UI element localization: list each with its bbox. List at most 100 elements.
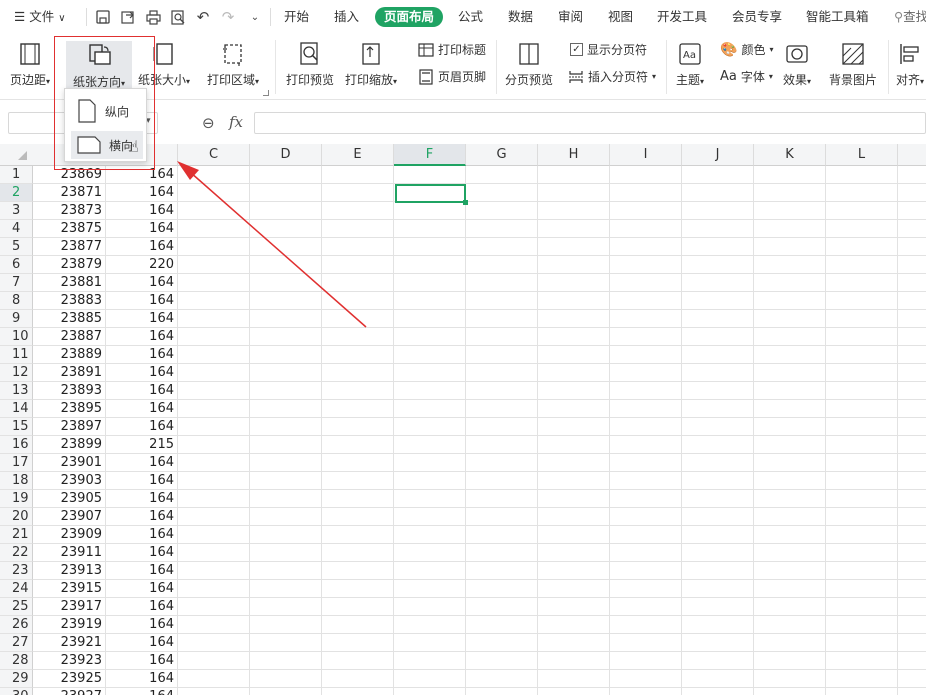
cell-a[interactable]: 23885 [33, 310, 106, 328]
tab-smart-toolbox[interactable]: 智能工具箱 [806, 7, 869, 27]
effects-button[interactable]: 效果▾ [783, 41, 811, 88]
cell-a[interactable]: 23925 [33, 670, 106, 688]
row-header[interactable]: 18 [0, 472, 33, 490]
page-break-preview-button[interactable]: 分页预览 [505, 41, 553, 88]
row-header[interactable]: 12 [0, 364, 33, 382]
row-header[interactable]: 13 [0, 382, 33, 400]
cell-b[interactable]: 164 [106, 202, 178, 220]
cell-b[interactable]: 164 [106, 670, 178, 688]
cell-a[interactable]: 23897 [33, 418, 106, 436]
tab-member[interactable]: 会员专享 [732, 7, 782, 27]
row-header[interactable]: 7 [0, 274, 33, 292]
print-scale-button[interactable]: 打印缩放▾ [345, 41, 397, 88]
show-page-breaks-checkbox[interactable]: ✓ 显示分页符 [570, 41, 647, 58]
cell-b[interactable]: 164 [106, 328, 178, 346]
cell-a[interactable]: 23903 [33, 472, 106, 490]
row-header[interactable]: 27 [0, 634, 33, 652]
row-header[interactable]: 19 [0, 490, 33, 508]
row-header[interactable]: 6 [0, 256, 33, 274]
orientation-button[interactable]: 纸张方向▾ [66, 41, 132, 92]
row-header[interactable]: 20 [0, 508, 33, 526]
cell-b[interactable]: 164 [106, 616, 178, 634]
row-header[interactable]: 11 [0, 346, 33, 364]
cell-a[interactable]: 23875 [33, 220, 106, 238]
cell-b[interactable]: 164 [106, 310, 178, 328]
cell-b[interactable]: 164 [106, 598, 178, 616]
cell-b[interactable]: 164 [106, 382, 178, 400]
row-header[interactable]: 3 [0, 202, 33, 220]
zoom-icon[interactable]: ⊖ [202, 114, 215, 132]
row-header[interactable]: 17 [0, 454, 33, 472]
tab-review[interactable]: 审阅 [558, 7, 583, 27]
cell-b[interactable]: 164 [106, 454, 178, 472]
row-header[interactable]: 24 [0, 580, 33, 598]
cell-a[interactable]: 23871 [33, 184, 106, 202]
cell-a[interactable]: 23917 [33, 598, 106, 616]
search-box[interactable]: ⚲查找 [894, 7, 926, 27]
formula-input[interactable] [254, 112, 926, 134]
print-preview-icon[interactable] [169, 8, 187, 26]
print-icon[interactable] [144, 8, 162, 26]
row-header[interactable]: 22 [0, 544, 33, 562]
column-header-partial[interactable] [898, 144, 926, 166]
quick-access-more-icon[interactable]: ⌄ [246, 8, 264, 26]
align-button[interactable]: 对齐▾ [896, 41, 924, 88]
cell-a[interactable]: 23881 [33, 274, 106, 292]
fill-handle[interactable] [463, 200, 468, 205]
cell-b[interactable]: 164 [106, 274, 178, 292]
row-header[interactable]: 21 [0, 526, 33, 544]
cell-b[interactable]: 164 [106, 526, 178, 544]
row-header[interactable]: 9 [0, 310, 33, 328]
cell-a[interactable]: 23873 [33, 202, 106, 220]
row-header[interactable]: 16 [0, 436, 33, 454]
cell-b[interactable]: 164 [106, 346, 178, 364]
undo-icon[interactable]: ↶ [194, 8, 212, 26]
cell-a[interactable]: 23895 [33, 400, 106, 418]
cell-a[interactable]: 23915 [33, 580, 106, 598]
save-icon[interactable] [94, 8, 112, 26]
column-header-c[interactable]: C [178, 144, 250, 166]
cell-b[interactable]: 164 [106, 490, 178, 508]
cell-a[interactable]: 23893 [33, 382, 106, 400]
row-header[interactable]: 28 [0, 652, 33, 670]
cell-b[interactable]: 164 [106, 418, 178, 436]
column-header-l[interactable]: L [826, 144, 898, 166]
tab-formulas[interactable]: 公式 [458, 7, 483, 27]
cell-a[interactable]: 23891 [33, 364, 106, 382]
row-header[interactable]: 15 [0, 418, 33, 436]
tab-insert[interactable]: 插入 [334, 7, 359, 27]
function-icon[interactable]: fx [229, 113, 243, 131]
print-area-button[interactable]: 打印区域▾ [207, 41, 259, 88]
tab-developer[interactable]: 开发工具 [657, 7, 707, 27]
print-preview-button[interactable]: 打印预览 [286, 41, 334, 88]
export-icon[interactable] [119, 8, 137, 26]
cell-b[interactable]: 164 [106, 544, 178, 562]
row-header[interactable]: 2 [0, 184, 33, 202]
cell-a[interactable]: 23889 [33, 346, 106, 364]
cell-b[interactable]: 164 [106, 580, 178, 598]
redo-icon[interactable]: ↷ [219, 8, 237, 26]
cell-a[interactable]: 23919 [33, 616, 106, 634]
cell-a[interactable]: 23901 [33, 454, 106, 472]
row-header[interactable]: 10 [0, 328, 33, 346]
file-menu[interactable]: ☰ 文件 ∨ [14, 7, 66, 27]
cell-a[interactable]: 23869 [33, 166, 106, 184]
column-header-g[interactable]: G [466, 144, 538, 166]
background-image-button[interactable]: 背景图片 [829, 41, 877, 88]
cell-a[interactable]: 23879 [33, 256, 106, 274]
tab-view[interactable]: 视图 [608, 7, 633, 27]
row-header[interactable]: 26 [0, 616, 33, 634]
cell-b[interactable]: 164 [106, 634, 178, 652]
margins-button[interactable]: 页边距▾ [10, 41, 50, 88]
cell-b[interactable]: 164 [106, 292, 178, 310]
cell-b[interactable]: 164 [106, 166, 178, 184]
cell-b[interactable]: 164 [106, 364, 178, 382]
row-header[interactable]: 30 [0, 688, 33, 695]
row-header[interactable]: 4 [0, 220, 33, 238]
cell-b[interactable]: 164 [106, 508, 178, 526]
row-header[interactable]: 5 [0, 238, 33, 256]
cell-a[interactable]: 23905 [33, 490, 106, 508]
cell-b[interactable]: 164 [106, 220, 178, 238]
cell-b[interactable]: 164 [106, 400, 178, 418]
cell-a[interactable]: 23883 [33, 292, 106, 310]
